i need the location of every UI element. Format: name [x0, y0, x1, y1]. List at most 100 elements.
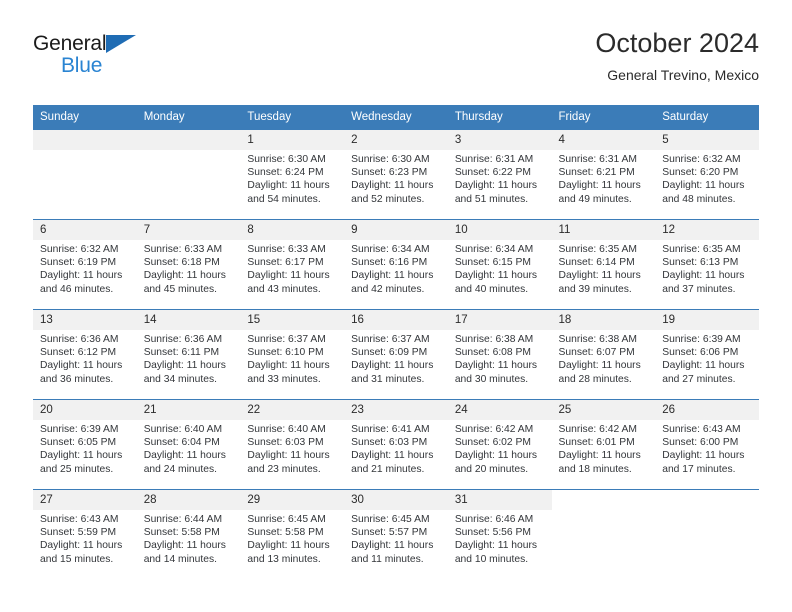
day-number: 30 — [344, 490, 448, 510]
daylight-text-line2: and 46 minutes. — [40, 283, 114, 295]
calendar-day-cell-empty — [551, 489, 656, 580]
day-details: Sunrise: 6:46 AM Sunset: 5:56 PM Daylight:… — [448, 510, 552, 566]
calendar-day-cell[interactable]: 16 Sunrise: 6:37 AM Sunset: 6:09 PM Dayligh… — [344, 309, 448, 400]
day-number: 7 — [136, 220, 241, 240]
calendar-day-cell[interactable]: 11 Sunrise: 6:35 AM Sunset: 6:14 PM Dayligh… — [551, 219, 656, 310]
day-number: 31 — [447, 490, 552, 510]
daylight-text-line2: and 13 minutes. — [247, 553, 321, 565]
sunrise-text: Sunrise: 6:44 AM — [143, 514, 223, 525]
page-subtitle: General Trevino, Mexico — [607, 67, 759, 83]
sunrise-text: Sunrise: 6:32 AM — [40, 244, 119, 255]
calendar-day-cell[interactable]: 7 Sunrise: 6:33 AM Sunset: 6:18 PM Daylight… — [136, 219, 241, 310]
sunrise-text: Sunrise: 6:31 AM — [558, 154, 637, 165]
day-details: Sunrise: 6:42 AM Sunset: 6:01 PM Daylight:… — [552, 420, 656, 476]
day-details: Sunrise: 6:44 AM Sunset: 5:58 PM Daylight:… — [137, 510, 241, 566]
day-details: Sunrise: 6:40 AM Sunset: 6:04 PM Daylight:… — [137, 420, 241, 476]
sunrise-text: Sunrise: 6:43 AM — [662, 424, 741, 435]
calendar-day-cell[interactable]: 8 Sunrise: 6:33 AM Sunset: 6:17 PM Daylight… — [240, 219, 345, 310]
calendar-day-cell[interactable]: 23 Sunrise: 6:41 AM Sunset: 6:03 PM Dayligh… — [344, 399, 448, 490]
general-blue-logo[interactable]: General Blue — [33, 32, 153, 84]
daylight-text-line2: and 17 minutes. — [662, 463, 736, 475]
daylight-text-line1: Daylight: 11 hours — [247, 270, 330, 282]
daylight-text-line1: Daylight: 11 hours — [454, 180, 538, 192]
day-details: Sunrise: 6:43 AM Sunset: 6:00 PM Daylight:… — [655, 420, 759, 476]
calendar-day-cell[interactable]: 30 Sunrise: 6:45 AM Sunset: 5:57 PM Dayligh… — [344, 489, 448, 580]
calendar-day-cell[interactable]: 15 Sunrise: 6:37 AM Sunset: 6:10 PM Dayligh… — [240, 309, 345, 400]
calendar-day-cell[interactable]: 21 Sunrise: 6:40 AM Sunset: 6:04 PM Dayligh… — [136, 399, 241, 490]
daylight-text-line2: and 45 minutes. — [143, 283, 217, 295]
calendar-day-cell[interactable]: 6 Sunrise: 6:32 AM Sunset: 6:19 PM Daylight… — [33, 219, 137, 310]
calendar-day-cell[interactable]: 10 Sunrise: 6:34 AM Sunset: 6:15 PM Dayligh… — [447, 219, 552, 310]
day-details: Sunrise: 6:39 AM Sunset: 6:05 PM Daylight:… — [33, 420, 137, 476]
day-details: Sunrise: 6:30 AM Sunset: 6:23 PM Daylight:… — [344, 150, 448, 206]
sunset-text: Sunset: 5:58 PM — [143, 527, 220, 539]
calendar-day-cell[interactable]: 26 Sunrise: 6:43 AM Sunset: 6:00 PM Dayligh… — [655, 399, 759, 490]
sunset-text: Sunset: 6:05 PM — [40, 437, 117, 449]
daylight-text-line1: Daylight: 11 hours — [40, 270, 123, 282]
day-number: 25 — [551, 400, 656, 420]
page-header: General Blue October 2024 General Trevin… — [33, 26, 759, 98]
day-number: 13 — [33, 310, 137, 330]
calendar-day-cell[interactable]: 2 Sunrise: 6:30 AM Sunset: 6:23 PM Daylight… — [344, 129, 448, 220]
calendar-week-row: 20 Sunrise: 6:39 AM Sunset: 6:05 PM Dayligh… — [33, 399, 759, 490]
calendar-day-cell[interactable]: 12 Sunrise: 6:35 AM Sunset: 6:13 PM Dayligh… — [655, 219, 759, 310]
calendar-day-cell[interactable]: 29 Sunrise: 6:45 AM Sunset: 5:58 PM Dayligh… — [240, 489, 345, 580]
calendar-day-cell[interactable]: 4 Sunrise: 6:31 AM Sunset: 6:21 PM Daylight… — [551, 129, 656, 220]
daylight-text-line1: Daylight: 11 hours — [247, 360, 330, 372]
day-number: 2 — [344, 130, 448, 150]
calendar-day-cell[interactable]: 17 Sunrise: 6:38 AM Sunset: 6:08 PM Dayligh… — [447, 309, 552, 400]
weekday-header-row: Sunday Monday Tuesday Wednesday Thursday… — [33, 105, 759, 130]
daylight-text-line1: Daylight: 11 hours — [351, 450, 434, 462]
day-number — [33, 130, 137, 150]
daylight-text-line1: Daylight: 11 hours — [558, 270, 641, 282]
day-number: 23 — [344, 400, 448, 420]
daylight-text-line1: Daylight: 11 hours — [558, 180, 641, 192]
daylight-text-line1: Daylight: 11 hours — [662, 360, 745, 372]
daylight-text-line2: and 20 minutes. — [454, 463, 529, 475]
calendar-day-cell[interactable]: 25 Sunrise: 6:42 AM Sunset: 6:01 PM Dayligh… — [551, 399, 656, 490]
daylight-text-line2: and 43 minutes. — [247, 283, 321, 295]
sunset-text: Sunset: 6:12 PM — [40, 347, 117, 359]
daylight-text-line2: and 54 minutes. — [247, 193, 321, 205]
calendar-day-cell[interactable]: 27 Sunrise: 6:43 AM Sunset: 5:59 PM Dayligh… — [33, 489, 137, 580]
weekday-header-tuesday: Tuesday — [240, 105, 345, 130]
calendar-day-cell[interactable]: 19 Sunrise: 6:39 AM Sunset: 6:06 PM Dayligh… — [655, 309, 759, 400]
sunset-text: Sunset: 6:22 PM — [454, 167, 531, 179]
calendar-day-cell[interactable]: 9 Sunrise: 6:34 AM Sunset: 6:16 PM Daylight… — [344, 219, 448, 310]
sunrise-text: Sunrise: 6:40 AM — [143, 424, 223, 435]
weekday-header-saturday: Saturday — [655, 105, 759, 130]
calendar-day-cell[interactable]: 13 Sunrise: 6:36 AM Sunset: 6:12 PM Dayligh… — [33, 309, 137, 400]
daylight-text-line1: Daylight: 11 hours — [143, 450, 226, 462]
calendar-day-cell[interactable]: 14 Sunrise: 6:36 AM Sunset: 6:11 PM Dayligh… — [136, 309, 241, 400]
day-details: Sunrise: 6:45 AM Sunset: 5:57 PM Daylight:… — [344, 510, 448, 566]
calendar-day-cell[interactable]: 20 Sunrise: 6:39 AM Sunset: 6:05 PM Dayligh… — [33, 399, 137, 490]
calendar-day-cell[interactable]: 18 Sunrise: 6:38 AM Sunset: 6:07 PM Dayligh… — [551, 309, 656, 400]
calendar-day-cell[interactable]: 31 Sunrise: 6:46 AM Sunset: 5:56 PM Dayligh… — [447, 489, 552, 580]
calendar-day-cell[interactable]: 1 Sunrise: 6:30 AM Sunset: 6:24 PM Daylight… — [240, 129, 345, 220]
logo-text-general: General — [33, 32, 107, 55]
weekday-header-sunday: Sunday — [33, 105, 137, 130]
sunrise-text: Sunrise: 6:30 AM — [351, 154, 430, 165]
sunset-text: Sunset: 6:06 PM — [662, 347, 739, 359]
day-number: 19 — [655, 310, 759, 330]
day-number: 11 — [551, 220, 656, 240]
sunset-text: Sunset: 5:58 PM — [247, 527, 324, 539]
day-details: Sunrise: 6:34 AM Sunset: 6:15 PM Daylight:… — [448, 240, 552, 296]
day-number: 3 — [447, 130, 552, 150]
sunset-text: Sunset: 6:00 PM — [662, 437, 739, 449]
day-number: 26 — [655, 400, 759, 420]
sunrise-text: Sunrise: 6:41 AM — [351, 424, 430, 435]
calendar-day-cell[interactable]: 3 Sunrise: 6:31 AM Sunset: 6:22 PM Daylight… — [447, 129, 552, 220]
calendar-day-cell[interactable]: 22 Sunrise: 6:40 AM Sunset: 6:03 PM Dayligh… — [240, 399, 345, 490]
daylight-text-line2: and 48 minutes. — [662, 193, 736, 205]
sunrise-text: Sunrise: 6:42 AM — [558, 424, 637, 435]
day-details: Sunrise: 6:40 AM Sunset: 6:03 PM Daylight:… — [240, 420, 344, 476]
calendar-day-cell[interactable]: 24 Sunrise: 6:42 AM Sunset: 6:02 PM Dayligh… — [447, 399, 552, 490]
daylight-text-line1: Daylight: 11 hours — [247, 540, 330, 552]
daylight-text-line2: and 28 minutes. — [558, 373, 632, 385]
day-number: 29 — [240, 490, 345, 510]
day-details: Sunrise: 6:37 AM Sunset: 6:09 PM Daylight:… — [344, 330, 448, 386]
calendar-day-cell[interactable]: 28 Sunrise: 6:44 AM Sunset: 5:58 PM Dayligh… — [136, 489, 241, 580]
calendar-day-cell[interactable]: 5 Sunrise: 6:32 AM Sunset: 6:20 PM Daylight… — [655, 129, 759, 220]
page-title: October 2024 — [595, 28, 759, 58]
